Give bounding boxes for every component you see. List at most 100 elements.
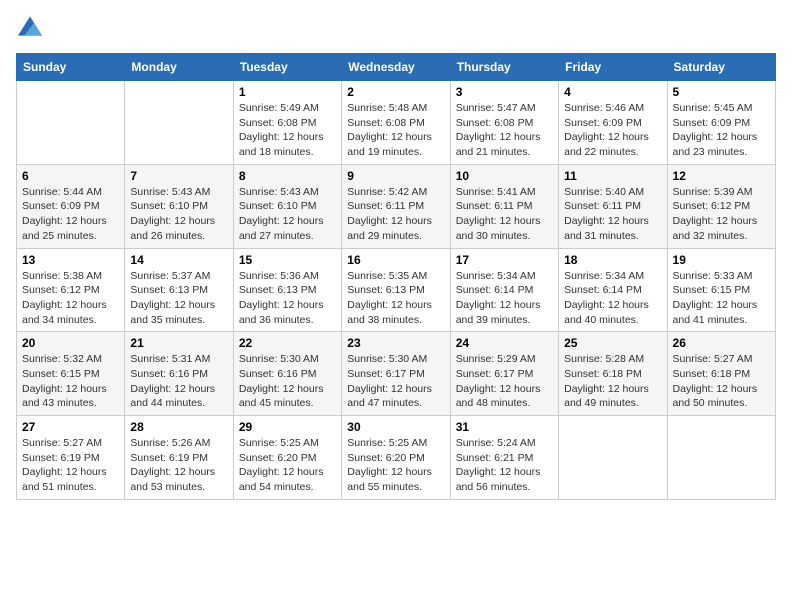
header [16,16,776,41]
day-number: 29 [239,420,336,434]
day-number: 7 [130,169,227,183]
calendar-cell: 15 Sunrise: 5:36 AMSunset: 6:13 PMDayligh… [233,248,341,332]
day-number: 20 [22,336,119,350]
calendar-cell: 30 Sunrise: 5:25 AMSunset: 6:20 PMDayligh… [342,416,450,500]
day-info: Sunrise: 5:48 AMSunset: 6:08 PMDaylight:… [347,101,444,160]
day-info: Sunrise: 5:43 AMSunset: 6:10 PMDaylight:… [239,185,336,244]
day-info: Sunrise: 5:30 AMSunset: 6:16 PMDaylight:… [239,352,336,411]
day-number: 11 [564,169,661,183]
calendar-cell: 28 Sunrise: 5:26 AMSunset: 6:19 PMDayligh… [125,416,233,500]
day-number: 8 [239,169,336,183]
day-info: Sunrise: 5:46 AMSunset: 6:09 PMDaylight:… [564,101,661,160]
calendar-cell: 13 Sunrise: 5:38 AMSunset: 6:12 PMDayligh… [17,248,125,332]
calendar-cell: 27 Sunrise: 5:27 AMSunset: 6:19 PMDayligh… [17,416,125,500]
day-number: 4 [564,85,661,99]
day-number: 6 [22,169,119,183]
calendar-week-row: 1 Sunrise: 5:49 AMSunset: 6:08 PMDaylight… [17,81,776,165]
calendar-table: SundayMondayTuesdayWednesdayThursdayFrid… [16,53,776,500]
day-info: Sunrise: 5:45 AMSunset: 6:09 PMDaylight:… [673,101,770,160]
calendar-cell: 16Sunrise: 5:35 AMSunset: 6:13 PMDayligh… [342,248,450,332]
calendar-cell: 17 Sunrise: 5:34 AMSunset: 6:14 PMDayligh… [450,248,558,332]
day-number: 19 [673,253,770,267]
day-info: Sunrise: 5:34 AMSunset: 6:14 PMDaylight:… [456,269,553,328]
day-number: 28 [130,420,227,434]
day-info: Sunrise: 5:31 AMSunset: 6:16 PMDaylight:… [130,352,227,411]
day-info: Sunrise: 5:33 AMSunset: 6:15 PMDaylight:… [673,269,770,328]
calendar-week-row: 27 Sunrise: 5:27 AMSunset: 6:19 PMDayligh… [17,416,776,500]
day-number: 12 [673,169,770,183]
calendar-header-row: SundayMondayTuesdayWednesdayThursdayFrid… [17,54,776,81]
day-number: 30 [347,420,444,434]
calendar-cell: 2 Sunrise: 5:48 AMSunset: 6:08 PMDaylight… [342,81,450,165]
day-info: Sunrise: 5:25 AMSunset: 6:20 PMDaylight:… [347,436,444,495]
calendar-cell: 31Sunrise: 5:24 AMSunset: 6:21 PMDayligh… [450,416,558,500]
day-number: 17 [456,253,553,267]
day-number: 25 [564,336,661,350]
calendar-cell [667,416,775,500]
calendar-cell: 12 Sunrise: 5:39 AMSunset: 6:12 PMDayligh… [667,164,775,248]
day-of-week-header: Sunday [17,54,125,81]
day-info: Sunrise: 5:36 AMSunset: 6:13 PMDaylight:… [239,269,336,328]
day-number: 9 [347,169,444,183]
day-of-week-header: Saturday [667,54,775,81]
day-info: Sunrise: 5:39 AMSunset: 6:12 PMDaylight:… [673,185,770,244]
day-number: 10 [456,169,553,183]
calendar-cell [125,81,233,165]
calendar-cell: 21Sunrise: 5:31 AMSunset: 6:16 PMDayligh… [125,332,233,416]
day-number: 18 [564,253,661,267]
logo-icon [18,16,42,36]
day-info: Sunrise: 5:32 AMSunset: 6:15 PMDaylight:… [22,352,119,411]
calendar-cell: 8 Sunrise: 5:43 AMSunset: 6:10 PMDaylight… [233,164,341,248]
day-info: Sunrise: 5:49 AMSunset: 6:08 PMDaylight:… [239,101,336,160]
calendar-cell [559,416,667,500]
day-info: Sunrise: 5:47 AMSunset: 6:08 PMDaylight:… [456,101,553,160]
calendar-cell: 26 Sunrise: 5:27 AMSunset: 6:18 PMDayligh… [667,332,775,416]
day-number: 3 [456,85,553,99]
day-number: 24 [456,336,553,350]
day-number: 14 [130,253,227,267]
calendar-cell: 7Sunrise: 5:43 AMSunset: 6:10 PMDaylight… [125,164,233,248]
logo [16,16,44,41]
calendar-cell: 11 Sunrise: 5:40 AMSunset: 6:11 PMDayligh… [559,164,667,248]
day-of-week-header: Monday [125,54,233,81]
day-number: 27 [22,420,119,434]
day-info: Sunrise: 5:26 AMSunset: 6:19 PMDaylight:… [130,436,227,495]
calendar-cell: 4 Sunrise: 5:46 AMSunset: 6:09 PMDaylight… [559,81,667,165]
day-info: Sunrise: 5:27 AMSunset: 6:19 PMDaylight:… [22,436,119,495]
day-info: Sunrise: 5:34 AMSunset: 6:14 PMDaylight:… [564,269,661,328]
day-of-week-header: Thursday [450,54,558,81]
calendar-cell: 3 Sunrise: 5:47 AMSunset: 6:08 PMDaylight… [450,81,558,165]
day-info: Sunrise: 5:25 AMSunset: 6:20 PMDaylight:… [239,436,336,495]
day-info: Sunrise: 5:27 AMSunset: 6:18 PMDaylight:… [673,352,770,411]
day-number: 15 [239,253,336,267]
day-info: Sunrise: 5:28 AMSunset: 6:18 PMDaylight:… [564,352,661,411]
day-info: Sunrise: 5:38 AMSunset: 6:12 PMDaylight:… [22,269,119,328]
calendar-cell [17,81,125,165]
calendar-cell: 9 Sunrise: 5:42 AMSunset: 6:11 PMDaylight… [342,164,450,248]
day-number: 31 [456,420,553,434]
day-number: 2 [347,85,444,99]
day-info: Sunrise: 5:30 AMSunset: 6:17 PMDaylight:… [347,352,444,411]
calendar-cell: 25 Sunrise: 5:28 AMSunset: 6:18 PMDayligh… [559,332,667,416]
calendar-cell: 23Sunrise: 5:30 AMSunset: 6:17 PMDayligh… [342,332,450,416]
calendar-cell: 14 Sunrise: 5:37 AMSunset: 6:13 PMDayligh… [125,248,233,332]
calendar-cell: 18 Sunrise: 5:34 AMSunset: 6:14 PMDayligh… [559,248,667,332]
day-number: 16 [347,253,444,267]
day-info: Sunrise: 5:37 AMSunset: 6:13 PMDaylight:… [130,269,227,328]
day-number: 26 [673,336,770,350]
calendar-week-row: 20 Sunrise: 5:32 AMSunset: 6:15 PMDayligh… [17,332,776,416]
day-of-week-header: Friday [559,54,667,81]
day-number: 1 [239,85,336,99]
calendar-cell: 1 Sunrise: 5:49 AMSunset: 6:08 PMDaylight… [233,81,341,165]
calendar-cell: 24 Sunrise: 5:29 AMSunset: 6:17 PMDayligh… [450,332,558,416]
day-info: Sunrise: 5:29 AMSunset: 6:17 PMDaylight:… [456,352,553,411]
day-info: Sunrise: 5:42 AMSunset: 6:11 PMDaylight:… [347,185,444,244]
day-number: 13 [22,253,119,267]
day-of-week-header: Wednesday [342,54,450,81]
day-number: 5 [673,85,770,99]
calendar-cell: 6Sunrise: 5:44 AMSunset: 6:09 PMDaylight… [17,164,125,248]
calendar-cell: 5 Sunrise: 5:45 AMSunset: 6:09 PMDaylight… [667,81,775,165]
day-info: Sunrise: 5:41 AMSunset: 6:11 PMDaylight:… [456,185,553,244]
day-info: Sunrise: 5:40 AMSunset: 6:11 PMDaylight:… [564,185,661,244]
calendar-week-row: 6Sunrise: 5:44 AMSunset: 6:09 PMDaylight… [17,164,776,248]
